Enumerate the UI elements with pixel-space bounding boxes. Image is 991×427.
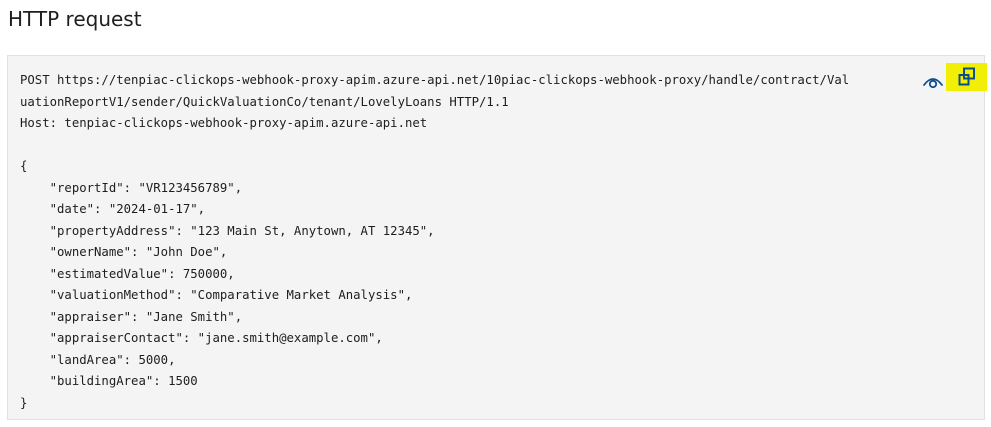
code-line: uationReportV1/sender/QuickValuationCo/t…	[20, 94, 509, 109]
code-line: "ownerName": "John Doe",	[20, 245, 228, 259]
section-title: HTTP request	[8, 7, 142, 31]
http-request-code-block: POST https://tenpiac-clickops-webhook-pr…	[7, 55, 985, 420]
code-line: POST https://tenpiac-clickops-webhook-pr…	[20, 73, 850, 87]
code-line: "estimatedValue": 750000,	[20, 266, 235, 281]
code-line: "valuationMethod": "Comparative Market A…	[20, 288, 413, 302]
eye-button[interactable]	[922, 71, 944, 91]
eye-icon	[923, 78, 943, 89]
copy-button[interactable]	[946, 63, 987, 91]
code-line: "appraiser": "Jane Smith",	[20, 309, 243, 324]
code-line: "reportId": "VR123456789",	[20, 180, 243, 195]
code-line: {	[20, 159, 28, 173]
code-line: "propertyAddress": "123 Main St, Anytown…	[20, 223, 435, 238]
code-line: "landArea": 5000,	[20, 352, 176, 367]
request-text: POST https://tenpiac-clickops-webhook-pr…	[20, 70, 849, 414]
code-line: "date": "2024-01-17",	[20, 202, 206, 216]
code-line: "appraiserContact": "jane.smith@example.…	[20, 331, 383, 345]
code-line: Host: tenpiac-clickops-webhook-proxy-api…	[20, 116, 428, 130]
code-line: }	[20, 395, 28, 410]
copy-icon	[958, 67, 975, 86]
code-line: "buildingArea": 1500	[20, 374, 198, 388]
